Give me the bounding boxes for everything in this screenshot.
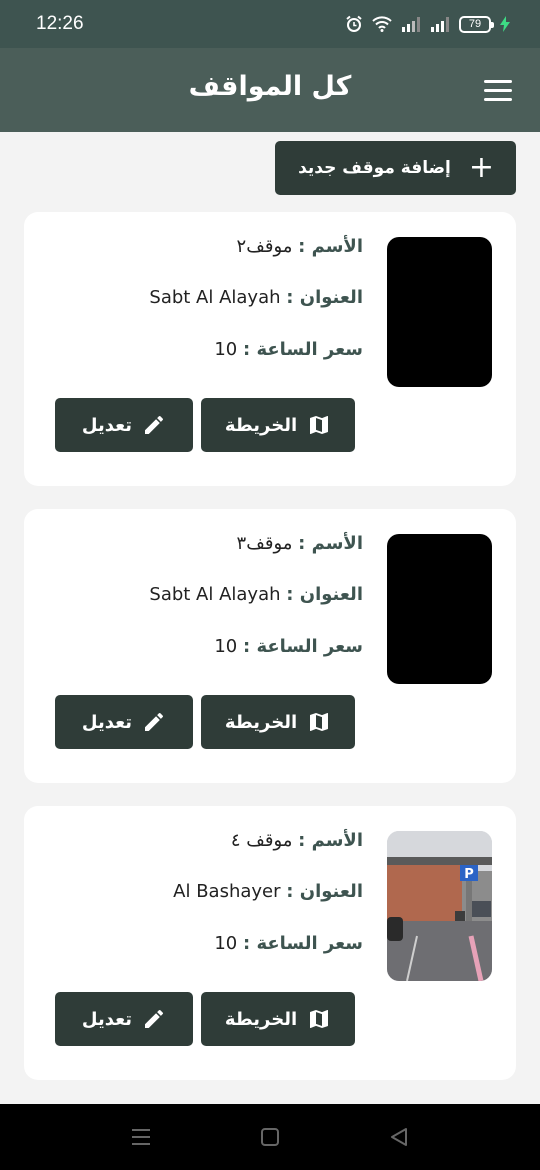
- add-parking-button[interactable]: إضافة موقف جديد +: [275, 141, 516, 195]
- status-time: 12:26: [36, 13, 84, 34]
- parking-thumbnail: [387, 534, 492, 684]
- parking-photo: P: [387, 831, 492, 981]
- parking-price-row: سعر الساعة : 10: [214, 933, 363, 954]
- parking-name-row: الأسم : موقف٢: [237, 236, 363, 257]
- address-label: العنوان :: [286, 584, 363, 605]
- map-button-label: الخريطة: [224, 414, 298, 436]
- app-bar: كل المواقف: [0, 48, 540, 132]
- parking-address-row: العنوان : Al Bashayer: [173, 881, 363, 902]
- parking-address: Sabt Al Alayah: [149, 584, 281, 605]
- parking-lot-image: P: [387, 831, 492, 981]
- map-button[interactable]: الخريطة: [201, 398, 355, 452]
- status-icons: 79: [345, 15, 510, 33]
- map-icon: [310, 1010, 329, 1028]
- edit-button-label: تعديل: [81, 1008, 133, 1030]
- home-icon[interactable]: [259, 1126, 281, 1148]
- parking-name: موقف ٤: [230, 830, 293, 851]
- price-label: سعر الساعة :: [242, 933, 363, 954]
- parking-thumbnail: [387, 237, 492, 387]
- charging-icon: [500, 16, 510, 32]
- parking-card: الأسم : موقف٢ العنوان : Sabt Al Alayah س…: [24, 212, 516, 486]
- parking-price: 10: [214, 339, 238, 360]
- edit-button[interactable]: تعديل: [55, 398, 193, 452]
- pencil-icon: [145, 712, 164, 731]
- parking-price: 10: [214, 933, 238, 954]
- hamburger-menu-icon[interactable]: [484, 80, 512, 102]
- page-title: كل المواقف: [188, 70, 352, 102]
- edit-button[interactable]: تعديل: [55, 695, 193, 749]
- pencil-icon: [145, 1009, 164, 1028]
- signal-icon-2: [431, 17, 449, 32]
- edit-button-label: تعديل: [81, 711, 133, 733]
- parking-name-row: الأسم : موقف ٤: [231, 830, 363, 851]
- back-icon[interactable]: [388, 1126, 410, 1148]
- parking-name-row: الأسم : موقف٣: [237, 533, 363, 554]
- plus-icon: +: [468, 150, 494, 185]
- edit-button[interactable]: تعديل: [55, 992, 193, 1046]
- wifi-icon: [372, 16, 392, 32]
- map-button-label: الخريطة: [224, 1008, 298, 1030]
- battery-indicator: 79: [459, 15, 494, 33]
- name-label: الأسم :: [298, 830, 363, 851]
- svg-text:P: P: [464, 867, 474, 882]
- name-label: الأسم :: [298, 236, 363, 257]
- edit-button-label: تعديل: [81, 414, 133, 436]
- address-label: العنوان :: [286, 881, 363, 902]
- price-label: سعر الساعة :: [242, 636, 363, 657]
- parking-card: P الأسم : موقف ٤ العنوان : Al Bashayer س…: [24, 806, 516, 1080]
- map-button[interactable]: الخريطة: [201, 992, 355, 1046]
- parking-card: الأسم : موقف٣ العنوان : Sabt Al Alayah س…: [24, 509, 516, 783]
- map-button[interactable]: الخريطة: [201, 695, 355, 749]
- pencil-icon: [145, 415, 164, 434]
- alarm-icon: [346, 15, 362, 32]
- signal-icon-1: [402, 17, 420, 32]
- parking-address-row: العنوان : Sabt Al Alayah: [149, 584, 363, 605]
- parking-address: Sabt Al Alayah: [149, 287, 281, 308]
- parking-address-row: العنوان : Sabt Al Alayah: [149, 287, 363, 308]
- parking-name: موقف٢: [236, 236, 293, 257]
- parking-name: موقف٣: [236, 533, 293, 554]
- map-icon: [310, 416, 329, 434]
- map-button-label: الخريطة: [224, 711, 298, 733]
- recent-apps-icon[interactable]: [130, 1126, 152, 1148]
- parking-price-row: سعر الساعة : 10: [214, 636, 363, 657]
- address-label: العنوان :: [286, 287, 363, 308]
- parking-price-row: سعر الساعة : 10: [214, 339, 363, 360]
- system-nav-bar: [0, 1104, 540, 1170]
- status-bar: 12:26 79: [0, 0, 540, 48]
- map-icon: [310, 713, 329, 731]
- parking-address: Al Bashayer: [173, 881, 281, 902]
- parking-price: 10: [214, 636, 238, 657]
- price-label: سعر الساعة :: [242, 339, 363, 360]
- add-parking-label: إضافة موقف جديد: [298, 158, 451, 178]
- name-label: الأسم :: [298, 533, 363, 554]
